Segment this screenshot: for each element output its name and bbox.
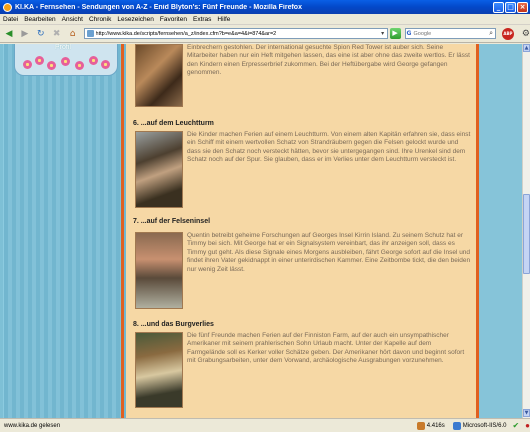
episode-photo xyxy=(135,332,183,408)
stop-icon[interactable]: ✖ xyxy=(50,27,64,41)
home-icon[interactable]: ⌂ xyxy=(66,27,80,41)
server-icon xyxy=(452,421,461,430)
flower-icon xyxy=(23,60,32,69)
flower-icon xyxy=(101,60,110,69)
maximize-button[interactable]: □ xyxy=(505,1,516,13)
episode-entry: 8. ...und das Burgverlies Die fünf Freun… xyxy=(133,321,473,408)
reload-icon[interactable]: ↻ xyxy=(34,27,48,41)
server-info: Microsoft-IIS/6.0 xyxy=(452,421,507,430)
flower-icon xyxy=(47,61,56,70)
load-time-value: 4.416s xyxy=(426,422,445,429)
profile-card[interactable]: Profil xyxy=(14,44,118,76)
close-button[interactable]: × xyxy=(517,1,528,13)
episode-photo xyxy=(135,232,183,309)
flower-decoration xyxy=(21,56,113,72)
page-viewport: Profil Einbrechern gestohlen. Der intern… xyxy=(0,44,522,418)
scrollbar-thumb[interactable] xyxy=(523,194,530,274)
episode-description: Quentin betreibt geheime Forschungen auf… xyxy=(187,232,471,273)
gear-icon[interactable]: ⚙ xyxy=(522,29,530,39)
flower-icon xyxy=(89,56,98,65)
episode-heading: 8. ...und das Burgverlies xyxy=(133,321,214,328)
episode-description: Die fünf Freunde machen Ferien auf der F… xyxy=(187,332,465,365)
server-value: Microsoft-IIS/6.0 xyxy=(462,422,507,429)
title-bar: KI.KA - Fernsehen - Sendungen von A-Z - … xyxy=(0,0,530,14)
left-sidebar: Profil xyxy=(4,44,126,418)
status-bar: www.kika.de gelesen 4.416s Microsoft-IIS… xyxy=(0,418,530,432)
forward-icon[interactable]: ▶ xyxy=(18,27,32,41)
adblock-status-icon[interactable]: ● xyxy=(525,421,530,430)
episode-description: Die Kinder machen Ferien auf einem Leuch… xyxy=(187,131,471,164)
window-title: KI.KA - Fernsehen - Sendungen von A-Z - … xyxy=(15,3,302,11)
menu-extras[interactable]: Extras xyxy=(193,16,211,23)
timer-icon xyxy=(416,421,425,430)
menu-datei[interactable]: Datei xyxy=(3,16,18,23)
episode-entry: 7. ...auf der Felseninsel Quentin betrei… xyxy=(133,218,473,309)
minimize-button[interactable]: _ xyxy=(493,1,504,13)
orange-divider-left xyxy=(121,44,124,418)
menu-ansicht[interactable]: Ansicht xyxy=(62,16,83,23)
search-input[interactable] xyxy=(413,30,474,37)
navigation-toolbar: ◀ ▶ ↻ ✖ ⌂ http://www.kika.de/scripts/fer… xyxy=(0,25,530,43)
google-icon: G xyxy=(406,30,412,37)
flower-icon xyxy=(61,57,70,66)
episode-photo xyxy=(135,44,183,107)
episode-heading: 7. ...auf der Felseninsel xyxy=(133,218,211,225)
profile-label[interactable]: Profil xyxy=(55,44,71,51)
episode-entry: 6. ...auf dem Leuchtturm Die Kinder mach… xyxy=(133,120,473,208)
vertical-scrollbar[interactable]: ▲ ▼ xyxy=(522,44,530,418)
flower-icon xyxy=(35,56,44,65)
url-bar[interactable]: http://www.kika.de/scripts/fernsehen/a_z… xyxy=(83,28,388,39)
back-icon[interactable]: ◀ xyxy=(2,27,16,41)
firefox-icon xyxy=(3,2,12,12)
status-text: www.kika.de gelesen xyxy=(4,422,61,429)
search-icon[interactable]: ⌕ xyxy=(489,29,493,38)
ok-icon: ✔ xyxy=(512,421,520,430)
menu-bearbeiten[interactable]: Bearbeiten xyxy=(24,16,55,23)
menu-lesezeichen[interactable]: Lesezeichen xyxy=(117,16,154,23)
menu-chronik[interactable]: Chronik xyxy=(89,16,111,23)
episode-photo xyxy=(135,131,183,208)
load-time: 4.416s xyxy=(416,421,445,430)
go-button[interactable]: ▶ xyxy=(389,28,401,39)
search-box[interactable]: G ⌕ xyxy=(404,28,496,39)
flower-icon xyxy=(75,61,84,70)
scroll-up-icon[interactable]: ▲ xyxy=(523,44,530,52)
url-dropdown-icon[interactable]: ▾ xyxy=(379,30,387,37)
scroll-down-icon[interactable]: ▼ xyxy=(523,409,530,417)
url-text[interactable]: http://www.kika.de/scripts/fernsehen/a_z… xyxy=(96,31,379,37)
menu-hilfe[interactable]: Hilfe xyxy=(217,16,230,23)
adblock-icon[interactable]: ABP xyxy=(501,27,514,40)
right-background xyxy=(479,44,522,418)
site-favicon-icon xyxy=(86,30,94,37)
menu-favoriten[interactable]: Favoriten xyxy=(160,16,187,23)
episode-description: Einbrechern gestohlen. Der international… xyxy=(187,44,470,77)
menu-bar: Datei Bearbeiten Ansicht Chronik Lesezei… xyxy=(0,14,530,25)
episode-heading: 6. ...auf dem Leuchtturm xyxy=(133,120,214,127)
